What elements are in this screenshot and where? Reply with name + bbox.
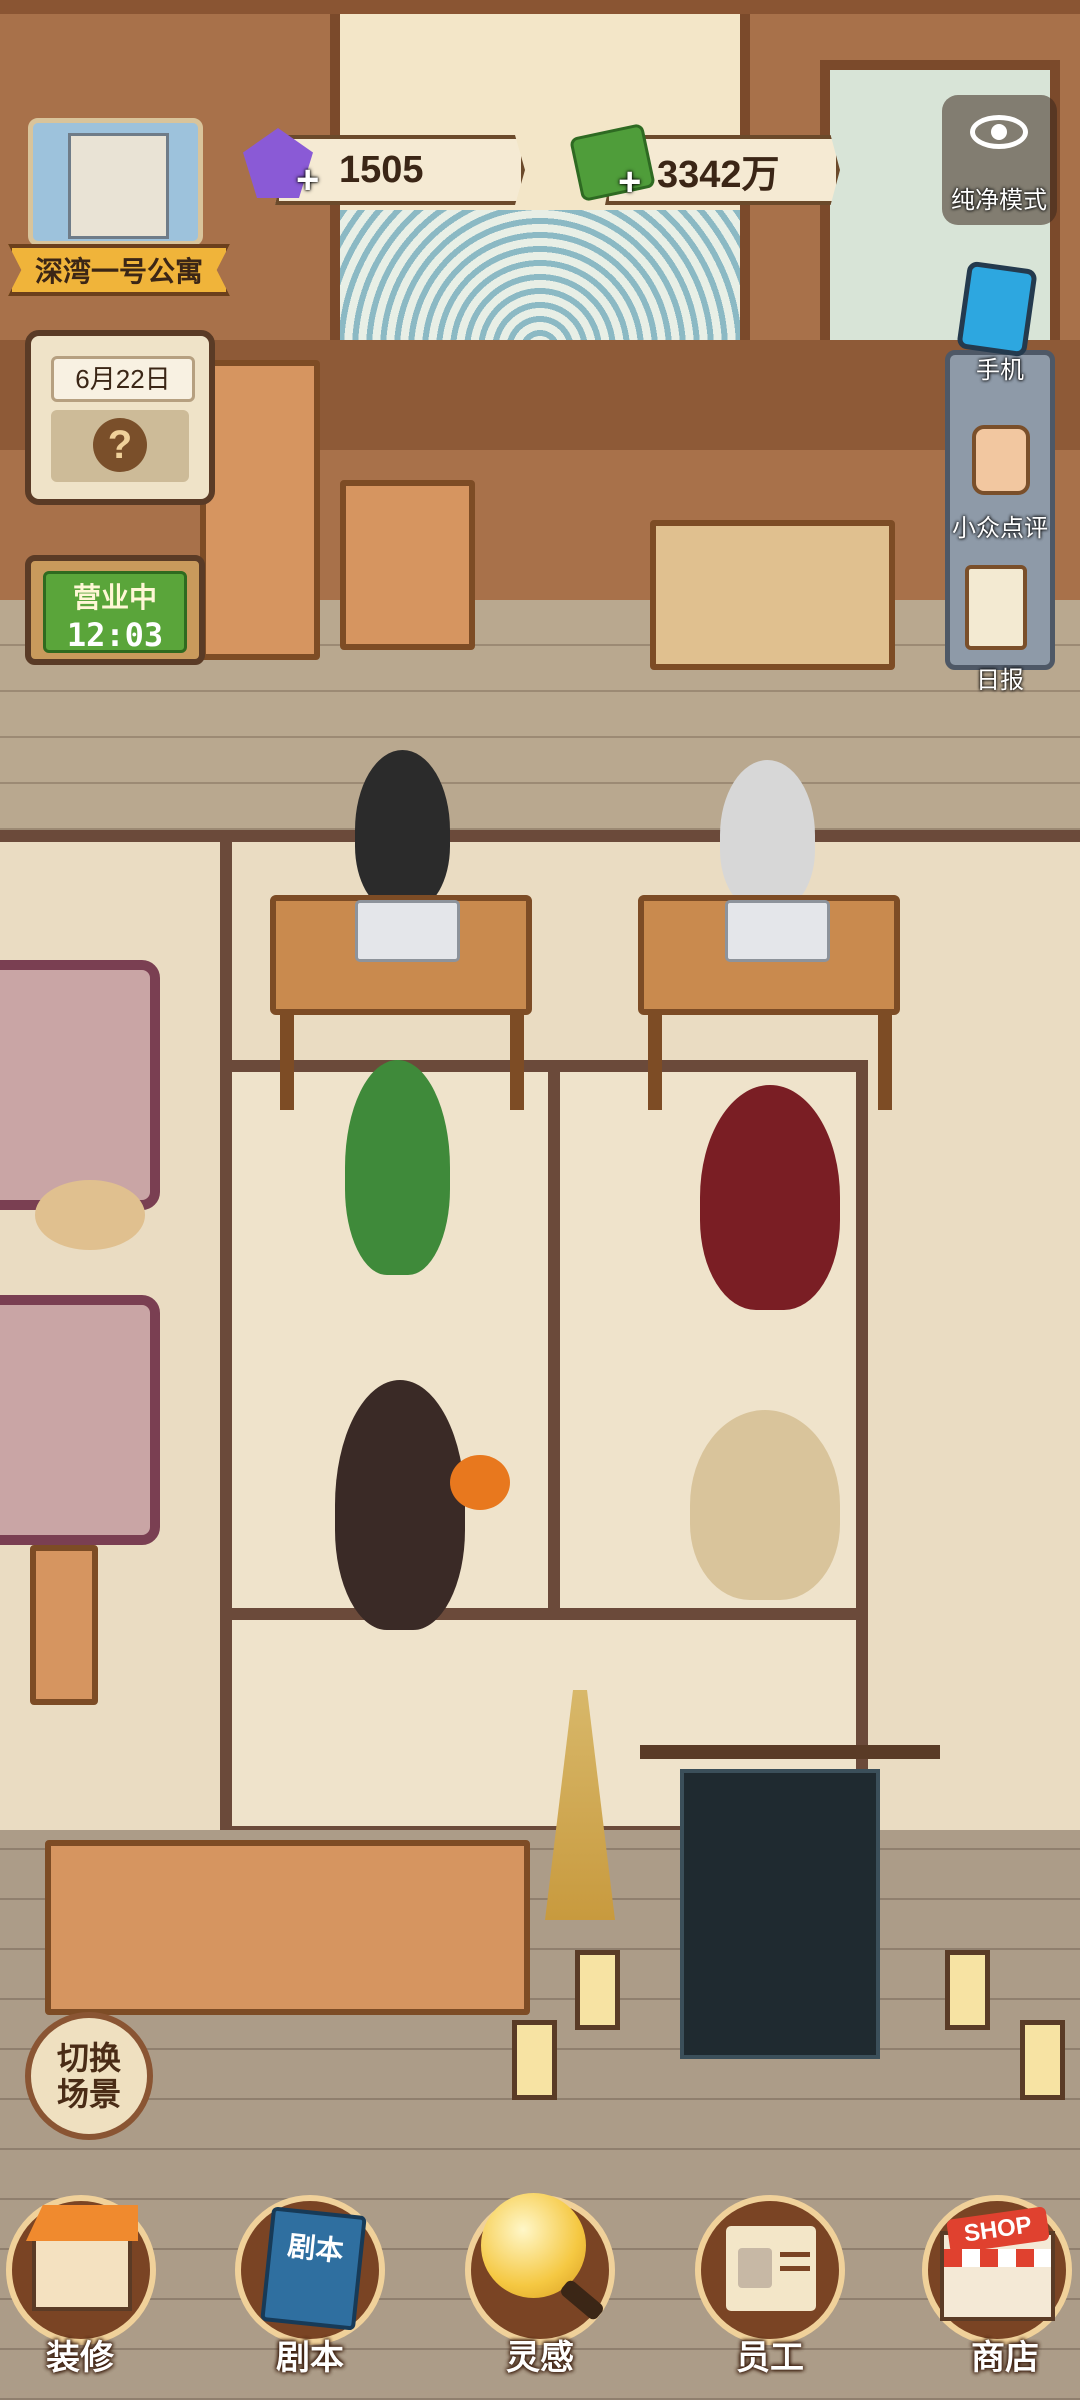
customer-vampire[interactable] (700, 1085, 840, 1310)
weather-unknown-icon: ? (93, 418, 147, 472)
customer-leprechaun[interactable] (345, 1060, 450, 1275)
gem-amount: 1505 (339, 148, 424, 191)
clipboard-icon[interactable] (965, 565, 1027, 650)
nav-staff-label[interactable]: 员工 (680, 2330, 860, 2379)
floor-lamp (512, 2020, 557, 2100)
floor-lamp (1020, 2020, 1065, 2100)
eye-icon (970, 115, 1028, 149)
pure-mode-label: 纯净模式 (951, 187, 1047, 214)
phone-icon[interactable] (956, 260, 1038, 358)
desk-leg (648, 1015, 662, 1110)
staff-badge-icon (721, 2221, 821, 2316)
shelf-cabinet[interactable] (200, 360, 320, 660)
switch-scene-button[interactable]: 切换 场景 (25, 2012, 153, 2140)
nav-shop-label[interactable]: 商店 (915, 2330, 1080, 2379)
worker-mummy-costume[interactable] (720, 760, 815, 910)
daily-report-label[interactable]: 日报 (945, 660, 1055, 695)
shop-icon: SHOP (940, 2206, 1055, 2321)
tatami-border (220, 830, 232, 1830)
top-beam (0, 0, 1080, 14)
side-cabinet[interactable] (340, 480, 475, 650)
kimono-rack[interactable] (640, 1745, 940, 2079)
sofa[interactable] (0, 1295, 160, 1545)
switch-scene-label-1: 切换 (56, 2040, 121, 2076)
add-money-icon[interactable]: + (618, 160, 641, 205)
date-label: 6月22日 (51, 356, 195, 402)
add-gems-icon[interactable]: + (296, 158, 319, 203)
business-status-sign[interactable]: 营业中 12:03 (25, 555, 205, 665)
nav-decorate-label[interactable]: 装修 (0, 2330, 170, 2379)
thumbs-up-icon[interactable] (972, 425, 1030, 495)
sink-counter[interactable] (650, 520, 895, 670)
switch-scene-label-2: 场景 (56, 2076, 121, 2112)
display-counter[interactable] (45, 1840, 530, 2015)
bottom-nav: 装修 剧本 剧本 灵感 员工 SHOP 商店 (0, 2180, 1080, 2400)
side-table[interactable] (35, 1180, 145, 1250)
pumpkin-lantern (450, 1455, 510, 1510)
script-book-icon: 剧本 (260, 2206, 367, 2331)
nav-decorate-button[interactable] (6, 2195, 156, 2345)
pure-mode-button[interactable]: 纯净模式 (942, 95, 1057, 225)
nav-script-button[interactable]: 剧本 (235, 2195, 385, 2345)
nav-inspiration-button[interactable] (465, 2193, 615, 2345)
nav-shop-button[interactable]: SHOP (922, 2195, 1072, 2345)
nav-staff-button[interactable] (695, 2195, 845, 2345)
money-amount: 3342万 (657, 153, 780, 196)
laptop (355, 900, 460, 962)
desk-leg (280, 1015, 294, 1110)
sofa[interactable] (0, 960, 160, 1210)
building-thumbnail[interactable] (28, 118, 203, 246)
review-label[interactable]: 小众点评 (945, 508, 1055, 543)
customer-witch[interactable] (690, 1410, 840, 1600)
phone-label[interactable]: 手机 (945, 350, 1055, 385)
floor-lamp (945, 1950, 990, 2030)
nav-script-label[interactable]: 剧本 (220, 2330, 400, 2379)
plant-stand[interactable] (30, 1545, 98, 1705)
customer-pirate[interactable] (335, 1380, 465, 1630)
desk-leg (510, 1015, 524, 1110)
floor-lamp (575, 1950, 620, 2030)
tatami-border (0, 830, 1080, 842)
clock-time: 12:03 (66, 616, 164, 654)
desk-leg (878, 1015, 892, 1110)
laptop (725, 900, 830, 962)
house-icon (26, 2205, 138, 2311)
calendar-card[interactable]: 6月22日 ? (25, 330, 215, 505)
business-status: 营业中 (72, 582, 157, 613)
building-name: 深湾一号公寓 (34, 256, 203, 287)
nav-inspiration-label[interactable]: 灵感 (450, 2330, 630, 2379)
building-name-banner[interactable]: 深湾一号公寓 (8, 244, 230, 296)
worker-bat-costume[interactable] (355, 750, 450, 910)
